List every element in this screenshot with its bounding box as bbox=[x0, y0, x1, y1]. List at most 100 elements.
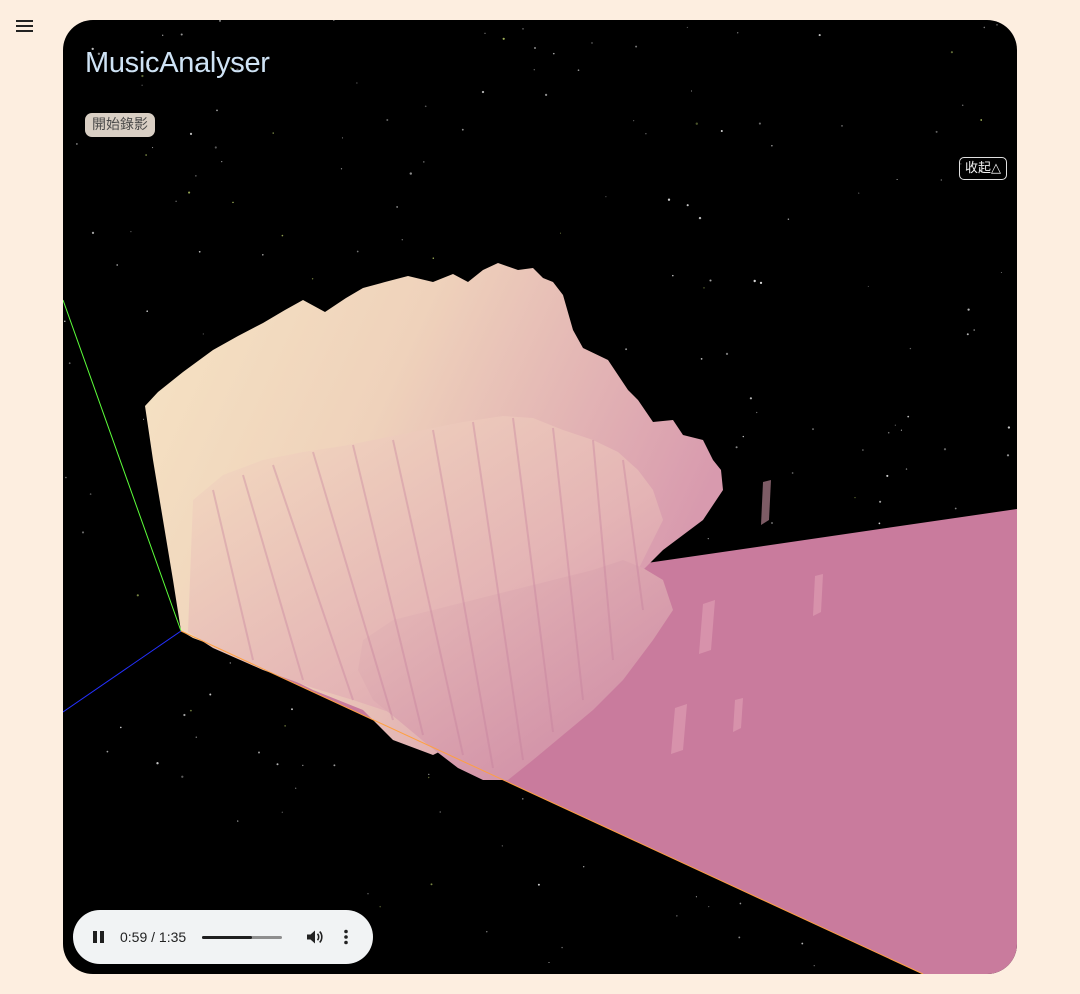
star bbox=[281, 234, 284, 237]
star bbox=[695, 122, 698, 125]
star bbox=[1006, 454, 1010, 457]
star bbox=[909, 347, 912, 350]
star bbox=[386, 119, 389, 121]
star bbox=[709, 279, 712, 282]
star bbox=[214, 146, 217, 149]
star bbox=[311, 278, 314, 280]
star bbox=[735, 446, 738, 449]
star bbox=[175, 200, 177, 203]
pause-icon[interactable] bbox=[91, 929, 107, 945]
star bbox=[146, 310, 148, 313]
star bbox=[130, 230, 132, 233]
star bbox=[64, 320, 66, 323]
star bbox=[341, 137, 344, 139]
star bbox=[106, 750, 109, 753]
star bbox=[686, 26, 688, 28]
star bbox=[276, 763, 279, 766]
collapse-button[interactable]: 收起△ bbox=[959, 157, 1007, 180]
star bbox=[771, 145, 773, 147]
star bbox=[561, 946, 563, 949]
star bbox=[229, 662, 232, 664]
star bbox=[954, 507, 957, 510]
seek-bar[interactable] bbox=[202, 935, 283, 939]
star bbox=[284, 725, 286, 727]
star bbox=[81, 531, 85, 534]
star bbox=[983, 26, 986, 29]
spectrum-3d-scene bbox=[63, 20, 1017, 974]
star bbox=[878, 522, 881, 525]
volume-icon[interactable] bbox=[304, 927, 324, 947]
star bbox=[544, 93, 548, 97]
star bbox=[156, 762, 159, 765]
star bbox=[583, 866, 585, 868]
star bbox=[943, 448, 947, 451]
star bbox=[961, 104, 964, 106]
star bbox=[484, 32, 486, 34]
star bbox=[367, 893, 369, 895]
star bbox=[432, 257, 435, 259]
star bbox=[219, 20, 221, 22]
star bbox=[645, 133, 647, 135]
star bbox=[232, 201, 234, 204]
star bbox=[940, 179, 942, 181]
star bbox=[333, 764, 336, 767]
star bbox=[221, 160, 223, 163]
axis-z-line bbox=[63, 630, 182, 713]
more-options-icon[interactable] bbox=[336, 927, 356, 947]
star bbox=[698, 216, 702, 220]
star bbox=[237, 820, 239, 822]
star bbox=[703, 287, 705, 289]
app-title: MusicAnalyser bbox=[85, 47, 270, 79]
star bbox=[189, 132, 193, 135]
star bbox=[749, 397, 753, 400]
star bbox=[424, 105, 427, 108]
star bbox=[183, 713, 186, 717]
star bbox=[195, 736, 198, 738]
star bbox=[68, 362, 71, 365]
star bbox=[356, 250, 359, 253]
star bbox=[672, 274, 674, 277]
star bbox=[501, 845, 503, 847]
star bbox=[430, 883, 433, 886]
star bbox=[272, 132, 274, 134]
star bbox=[486, 931, 488, 933]
menu-icon[interactable] bbox=[14, 15, 36, 37]
seek-bar-progress bbox=[202, 935, 252, 939]
star bbox=[973, 329, 976, 331]
star bbox=[858, 192, 860, 194]
start-recording-button[interactable]: 開始錄影 bbox=[85, 113, 155, 137]
star bbox=[862, 449, 864, 451]
star bbox=[119, 726, 122, 729]
star bbox=[181, 775, 184, 778]
star bbox=[195, 175, 197, 177]
star bbox=[605, 196, 607, 198]
star bbox=[686, 204, 689, 207]
star bbox=[401, 238, 404, 241]
star bbox=[707, 537, 709, 540]
star bbox=[801, 942, 804, 945]
star bbox=[537, 883, 540, 886]
star bbox=[886, 474, 889, 477]
star bbox=[738, 936, 741, 939]
star bbox=[739, 902, 742, 905]
star bbox=[152, 147, 154, 149]
star bbox=[720, 129, 723, 133]
star bbox=[409, 172, 412, 175]
star bbox=[935, 130, 938, 133]
star bbox=[1000, 271, 1002, 274]
star bbox=[756, 411, 758, 414]
star bbox=[189, 709, 192, 712]
star bbox=[813, 965, 815, 967]
star bbox=[1007, 426, 1011, 429]
star bbox=[854, 497, 856, 499]
star bbox=[759, 281, 763, 285]
star bbox=[141, 84, 143, 86]
star bbox=[695, 896, 697, 898]
star bbox=[737, 32, 739, 34]
star bbox=[423, 161, 425, 163]
star bbox=[967, 308, 970, 311]
star bbox=[89, 493, 92, 495]
star bbox=[295, 787, 297, 789]
star bbox=[180, 33, 183, 36]
visualizer-canvas[interactable]: MusicAnalyser 開始錄影 收起△ 0:59 / 1:35 bbox=[63, 20, 1017, 974]
